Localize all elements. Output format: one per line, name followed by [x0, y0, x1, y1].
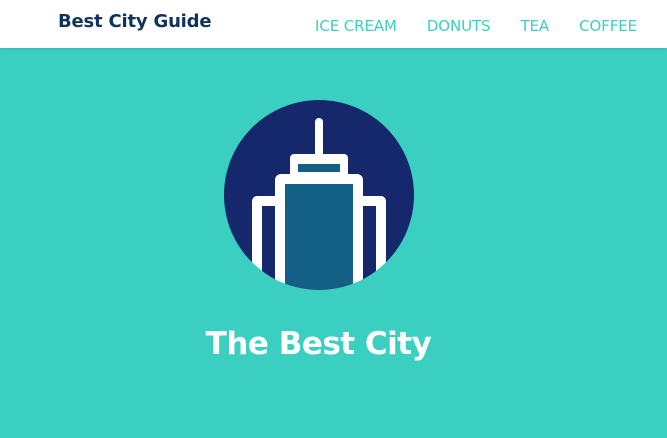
nav-link-ice-cream[interactable]: ICE CREAM [315, 17, 397, 35]
nav-link-tea[interactable]: TEA [520, 17, 549, 35]
nav-menu: ICE CREAM DONUTS TEA COFFEE [315, 17, 637, 35]
brand-link[interactable]: Best City Guide [58, 11, 212, 32]
hero-title: The Best City [205, 326, 432, 362]
icon-antenna [315, 118, 323, 158]
navbar: Best City Guide ICE CREAM DONUTS TEA COF… [0, 0, 667, 48]
nav-link-donuts[interactable]: DONUTS [427, 17, 491, 35]
skyscraper-icon [224, 100, 414, 290]
nav-link-coffee[interactable]: COFFEE [579, 17, 637, 35]
